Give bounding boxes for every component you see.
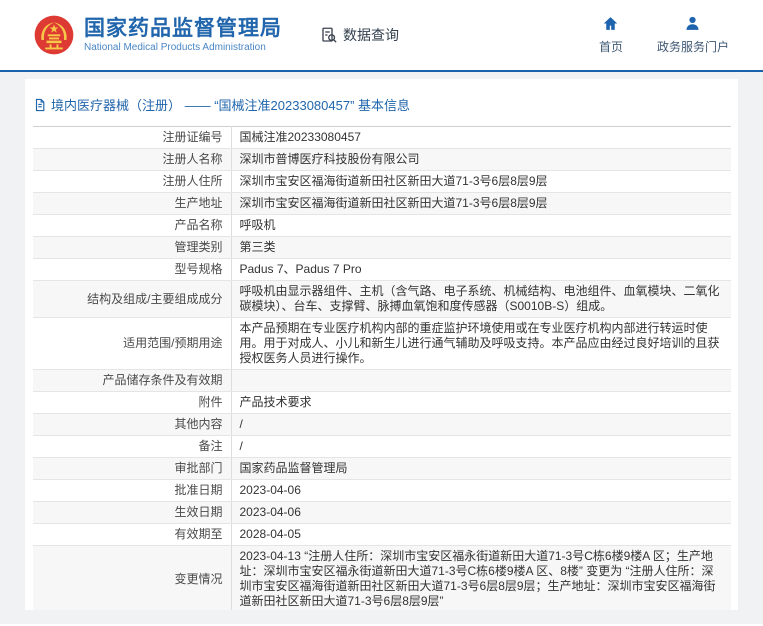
page-title-text: 境内医疗器械（注册） —— “国械注准20233080457” 基本信息: [51, 95, 410, 114]
document-icon: [33, 98, 47, 112]
row-label: 结构及组成/主要组成成分: [33, 281, 231, 318]
top-nav: 首页 政务服务门户: [599, 15, 735, 55]
row-value: 2023-04-06: [231, 502, 731, 524]
table-row: 注册人名称深圳市普博医疗科技股份有限公司: [33, 149, 731, 171]
row-value: /: [231, 436, 731, 458]
info-table-body: 注册证编号国械注准20233080457注册人名称深圳市普博医疗科技股份有限公司…: [33, 127, 731, 611]
table-row: 结构及组成/主要组成成分呼吸机由显示器组件、主机（含气路、电子系统、机械结构、电…: [33, 281, 731, 318]
table-row: 其他内容/: [33, 414, 731, 436]
table-row: 生效日期2023-04-06: [33, 502, 731, 524]
nav-portal-label: 政务服务门户: [657, 38, 729, 55]
row-label: 备注: [33, 436, 231, 458]
row-value: 2023-04-13 “注册人住所：深圳市宝安区福永街道新田大道71-3号C栋6…: [231, 546, 731, 611]
site-header: 国家药品监督管理局 National Medical Products Admi…: [0, 0, 763, 72]
info-table: 注册证编号国械注准20233080457注册人名称深圳市普博医疗科技股份有限公司…: [33, 126, 731, 610]
row-label: 产品储存条件及有效期: [33, 370, 231, 392]
row-label: 审批部门: [33, 458, 231, 480]
agency-name: 国家药品监督管理局: [84, 17, 282, 40]
row-value: 呼吸机由显示器组件、主机（含气路、电子系统、机械结构、电池组件、血氧模块、二氧化…: [231, 281, 731, 318]
row-label: 附件: [33, 392, 231, 414]
data-query-button[interactable]: 数据查询: [320, 25, 399, 45]
row-label: 注册人名称: [33, 149, 231, 171]
row-value: 深圳市宝安区福海街道新田社区新田大道71-3号6层8层9层: [231, 193, 731, 215]
user-icon: [684, 15, 701, 35]
row-label: 适用范围/预期用途: [33, 318, 231, 370]
main-panel: 境内医疗器械（注册） —— “国械注准20233080457” 基本信息 注册证…: [25, 79, 738, 610]
table-row: 批准日期2023-04-06: [33, 480, 731, 502]
national-emblem-logo: [34, 15, 74, 55]
row-label: 变更情况: [33, 546, 231, 611]
table-row: 注册人住所深圳市宝安区福海街道新田社区新田大道71-3号6层8层9层: [33, 171, 731, 193]
table-row: 产品储存条件及有效期: [33, 370, 731, 392]
table-row: 适用范围/预期用途本产品预期在专业医疗机构内部的重症监护环境使用或在专业医疗机构…: [33, 318, 731, 370]
row-label: 产品名称: [33, 215, 231, 237]
table-row: 生产地址深圳市宝安区福海街道新田社区新田大道71-3号6层8层9层: [33, 193, 731, 215]
row-value: 第三类: [231, 237, 731, 259]
content-area: 境内医疗器械（注册） —— “国械注准20233080457” 基本信息 注册证…: [0, 72, 763, 624]
row-value: 2023-04-06: [231, 480, 731, 502]
brand: 国家药品监督管理局 National Medical Products Admi…: [34, 15, 282, 55]
row-label: 批准日期: [33, 480, 231, 502]
row-value: Padus 7、Padus 7 Pro: [231, 259, 731, 281]
row-label: 生产地址: [33, 193, 231, 215]
table-row: 附件产品技术要求: [33, 392, 731, 414]
brand-text: 国家药品监督管理局 National Medical Products Admi…: [84, 17, 282, 53]
data-query-label: 数据查询: [343, 25, 399, 45]
row-label: 其他内容: [33, 414, 231, 436]
row-value: 本产品预期在专业医疗机构内部的重症监护环境使用或在专业医疗机构内部进行转运时使用…: [231, 318, 731, 370]
row-label: 生效日期: [33, 502, 231, 524]
row-value: 2028-04-05: [231, 524, 731, 546]
row-label: 注册证编号: [33, 127, 231, 149]
row-label: 型号规格: [33, 259, 231, 281]
row-value: 深圳市普博医疗科技股份有限公司: [231, 149, 731, 171]
doc-search-icon: [320, 26, 338, 44]
row-label: 有效期至: [33, 524, 231, 546]
table-row: 审批部门国家药品监督管理局: [33, 458, 731, 480]
row-label: 注册人住所: [33, 171, 231, 193]
table-row: 有效期至2028-04-05: [33, 524, 731, 546]
row-value: [231, 370, 731, 392]
nav-home-label: 首页: [599, 38, 623, 55]
row-value: 国械注准20233080457: [231, 127, 731, 149]
nav-home[interactable]: 首页: [599, 15, 623, 55]
table-row: 备注/: [33, 436, 731, 458]
table-row: 注册证编号国械注准20233080457: [33, 127, 731, 149]
row-label: 管理类别: [33, 237, 231, 259]
row-value: 呼吸机: [231, 215, 731, 237]
row-value: 深圳市宝安区福海街道新田社区新田大道71-3号6层8层9层: [231, 171, 731, 193]
table-row: 产品名称呼吸机: [33, 215, 731, 237]
row-value: /: [231, 414, 731, 436]
table-row: 型号规格Padus 7、Padus 7 Pro: [33, 259, 731, 281]
table-row: 变更情况2023-04-13 “注册人住所：深圳市宝安区福永街道新田大道71-3…: [33, 546, 731, 611]
row-value: 国家药品监督管理局: [231, 458, 731, 480]
page-title: 境内医疗器械（注册） —— “国械注准20233080457” 基本信息: [33, 93, 731, 126]
agency-name-en: National Medical Products Administration: [84, 42, 282, 53]
table-row: 管理类别第三类: [33, 237, 731, 259]
nav-portal[interactable]: 政务服务门户: [657, 15, 729, 55]
row-value: 产品技术要求: [231, 392, 731, 414]
home-icon: [602, 15, 619, 35]
